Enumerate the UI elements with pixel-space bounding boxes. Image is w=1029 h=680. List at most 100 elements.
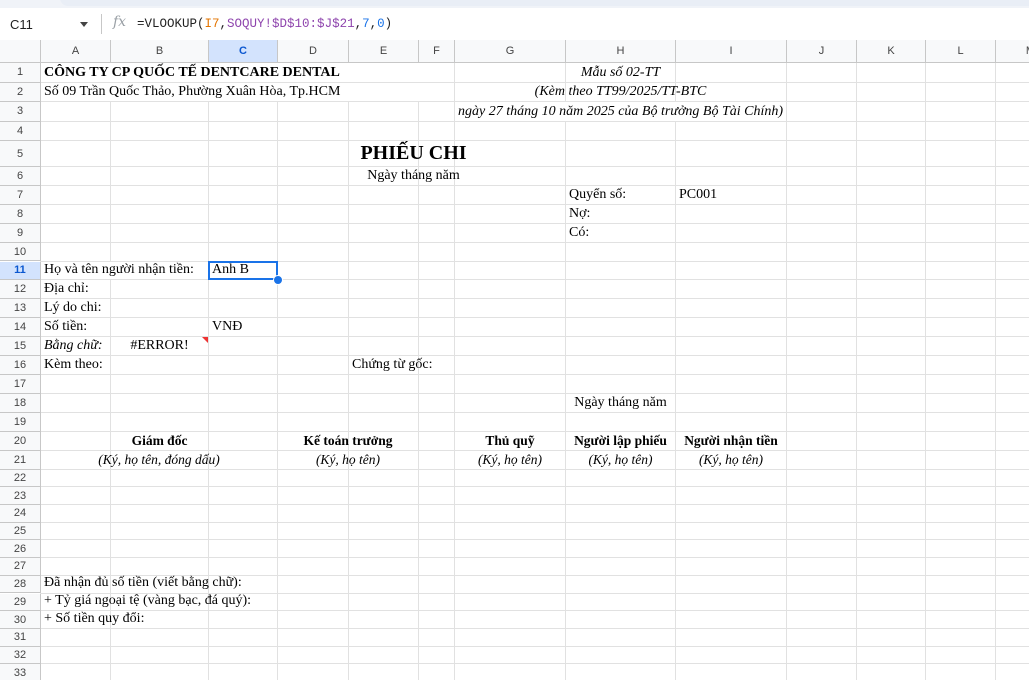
column-header-b[interactable]: B: [111, 40, 209, 63]
row-header-1[interactable]: 1: [0, 63, 41, 83]
row-header-18[interactable]: 18: [0, 393, 41, 413]
cell-h2[interactable]: (Kèm theo TT99/2025/TT-BTC: [455, 83, 786, 102]
formula-ref: I7: [204, 17, 220, 31]
cell-h20[interactable]: Người lập phiếu: [566, 432, 675, 450]
row-gridline: [41, 373, 1029, 375]
row-gridline: [41, 557, 1029, 559]
cell-d21[interactable]: (Ký, họ tên): [278, 451, 418, 469]
row-header-12[interactable]: 12: [0, 280, 41, 300]
row-header-16[interactable]: 16: [0, 356, 41, 375]
column-header-j[interactable]: J: [787, 40, 857, 63]
row-header-28[interactable]: 28: [0, 575, 41, 594]
name-box[interactable]: C11: [10, 17, 33, 32]
row-header-25[interactable]: 25: [0, 522, 41, 541]
cell-a15[interactable]: Bằng chữ:: [41, 337, 110, 355]
column-header-f[interactable]: F: [419, 40, 455, 63]
row-header-32[interactable]: 32: [0, 646, 41, 665]
row-header-33[interactable]: 33: [0, 664, 41, 680]
row-header-29[interactable]: 29: [0, 593, 41, 612]
cell-a12[interactable]: Địa chỉ:: [41, 280, 110, 298]
column-header-i[interactable]: I: [676, 40, 787, 63]
row-header-31[interactable]: 31: [0, 628, 41, 647]
spreadsheet-grid[interactable]: ABCDEFGHIJKLM123456789101112131415161718…: [0, 40, 1029, 680]
cell-h9[interactable]: Có:: [566, 224, 675, 242]
cell-b15[interactable]: #ERROR!: [111, 337, 208, 355]
column-header-a[interactable]: A: [41, 40, 111, 63]
row-gridline: [41, 241, 1029, 243]
cell-h21[interactable]: (Ký, họ tên): [566, 451, 675, 469]
error-indicator-icon[interactable]: [202, 337, 208, 344]
formula-part: =VLOOKUP(: [137, 17, 205, 31]
column-gridline: [856, 63, 857, 680]
cell-a6[interactable]: Ngày tháng năm: [41, 167, 786, 185]
cell-i21[interactable]: (Ký, họ tên): [676, 451, 786, 469]
cell-h18[interactable]: Ngày tháng năm: [566, 394, 675, 412]
select-all-corner[interactable]: [0, 40, 41, 63]
row-header-9[interactable]: 9: [0, 223, 41, 243]
cell-g21[interactable]: (Ký, họ tên): [455, 451, 565, 469]
row-header-20[interactable]: 20: [0, 431, 41, 451]
cell-h7[interactable]: Quyển số:: [566, 186, 675, 204]
divider: [101, 14, 102, 34]
cell-h3[interactable]: ngày 27 tháng 10 năm 2025 của Bộ trưởng …: [455, 102, 786, 121]
cell-d20[interactable]: Kế toán trưởng: [278, 432, 418, 450]
cell-b20[interactable]: Giám đốc: [111, 432, 208, 450]
row-header-6[interactable]: 6: [0, 167, 41, 186]
column-header-g[interactable]: G: [455, 40, 566, 63]
formula-part: ,: [369, 17, 378, 31]
formula-input[interactable]: =VLOOKUP(I7,SOQUY!$D$10:$J$21,7,0): [137, 17, 392, 31]
row-header-14[interactable]: 14: [0, 318, 41, 338]
column-header-k[interactable]: K: [857, 40, 926, 63]
row-header-8[interactable]: 8: [0, 204, 41, 224]
row-header-5[interactable]: 5: [0, 141, 41, 167]
cell-a2[interactable]: Số 09 Trần Quốc Thảo, Phường Xuân Hòa, T…: [41, 82, 454, 101]
name-box-dropdown-icon[interactable]: [80, 22, 88, 27]
cell-i7[interactable]: PC001: [676, 186, 786, 204]
formula-number: 0: [377, 17, 385, 31]
row-header-27[interactable]: 27: [0, 558, 41, 576]
cell-a13[interactable]: Lý do chi:: [41, 299, 110, 317]
row-header-11[interactable]: 11: [0, 261, 41, 281]
cell-a29[interactable]: + Tỷ giá ngoại tệ (vàng bạc, đá quý):: [41, 593, 348, 611]
cell-c14[interactable]: VNĐ: [209, 318, 277, 336]
row-header-24[interactable]: 24: [0, 505, 41, 523]
cell-a5[interactable]: PHIẾU CHI: [41, 141, 786, 166]
cell-a16[interactable]: Kèm theo:: [41, 356, 110, 374]
row-header-13[interactable]: 13: [0, 299, 41, 319]
row-header-10[interactable]: 10: [0, 242, 41, 262]
column-header-c[interactable]: C: [209, 40, 278, 63]
cell-h8[interactable]: Nợ:: [566, 205, 675, 223]
row-header-17[interactable]: 17: [0, 374, 41, 394]
fill-handle[interactable]: [273, 275, 283, 286]
row-header-15[interactable]: 15: [0, 337, 41, 356]
row-header-7[interactable]: 7: [0, 185, 41, 205]
cell-a28[interactable]: Đã nhận đủ số tiền (viết bằng chữ):: [41, 575, 348, 593]
row-header-3[interactable]: 3: [0, 102, 41, 122]
row-header-21[interactable]: 21: [0, 450, 41, 470]
cell-h1[interactable]: Mẫu số 02-TT: [455, 63, 786, 82]
column-header-m[interactable]: M: [996, 40, 1029, 63]
cell-a1[interactable]: CÔNG TY CP QUỐC TẾ DENTCARE DENTAL: [41, 63, 454, 82]
cell-a11[interactable]: Họ và tên người nhận tiền:: [41, 261, 208, 280]
row-header-26[interactable]: 26: [0, 540, 41, 559]
column-header-h[interactable]: H: [566, 40, 676, 63]
cell-g20[interactable]: Thủ quỹ: [455, 432, 565, 450]
cell-c11[interactable]: Anh B: [209, 262, 277, 280]
toolbar-edge: [60, 0, 1029, 6]
row-header-4[interactable]: 4: [0, 121, 41, 141]
cell-b21[interactable]: (Ký, họ tên, đóng dấu): [41, 451, 277, 469]
row-header-19[interactable]: 19: [0, 412, 41, 432]
row-gridline: [41, 392, 1029, 394]
cell-a14[interactable]: Số tiền:: [41, 318, 110, 336]
row-header-30[interactable]: 30: [0, 611, 41, 629]
column-header-l[interactable]: L: [926, 40, 996, 63]
column-header-d[interactable]: D: [278, 40, 349, 63]
row-header-23[interactable]: 23: [0, 487, 41, 505]
row-header-22[interactable]: 22: [0, 469, 41, 488]
cell-e16[interactable]: Chứng từ gốc:: [349, 356, 454, 374]
column-header-e[interactable]: E: [349, 40, 419, 63]
row-header-2[interactable]: 2: [0, 82, 41, 102]
cell-a30[interactable]: + Số tiền quy đổi:: [41, 611, 348, 628]
cell-i20[interactable]: Người nhận tiền: [676, 432, 786, 450]
formula-bar: C11 fx =VLOOKUP(I7,SOQUY!$D$10:$J$21,7,0…: [0, 8, 1029, 41]
